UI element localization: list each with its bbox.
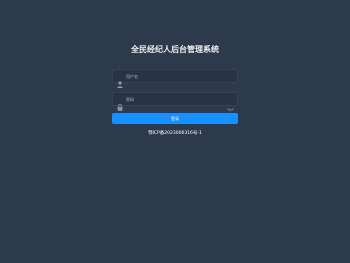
username-field[interactable] <box>112 69 238 88</box>
login-form: 全民经纪人后台管理系统 登录 鄂ICP备202300 <box>112 44 238 137</box>
icp-record-text: 鄂ICP备2023006316号-1 <box>148 131 202 136</box>
password-input[interactable] <box>126 93 222 105</box>
password-field[interactable] <box>112 92 238 112</box>
page-title: 全民经纪人后台管理系统 <box>131 45 219 54</box>
lock-icon <box>117 96 123 111</box>
eye-closed-icon[interactable] <box>227 97 234 112</box>
username-input[interactable] <box>126 70 222 82</box>
user-icon <box>117 73 123 88</box>
login-button[interactable]: 登录 <box>112 113 238 124</box>
